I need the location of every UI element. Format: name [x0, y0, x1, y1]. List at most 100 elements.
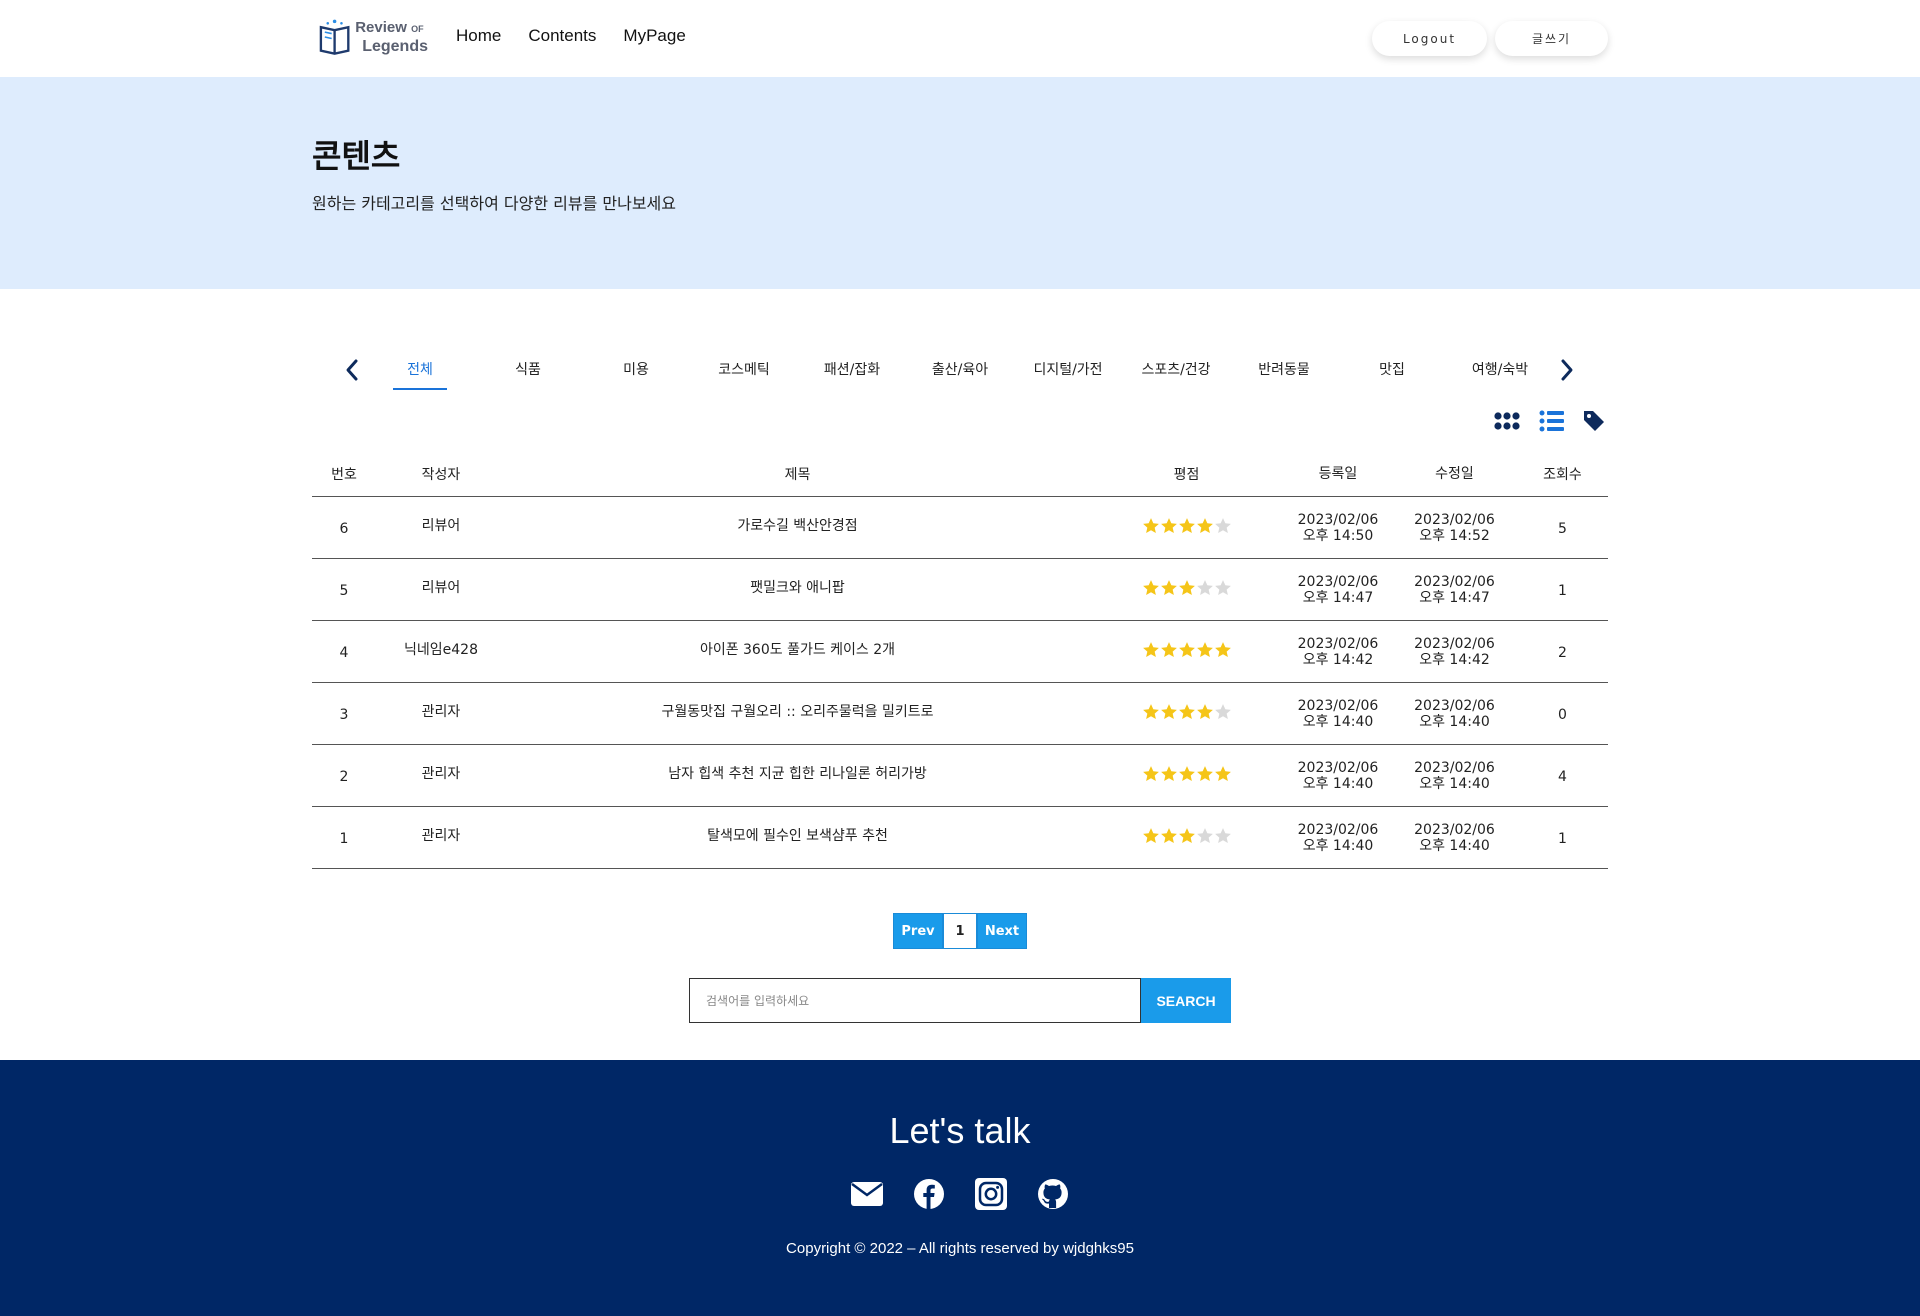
row-title-link[interactable]: 아이폰 360도 풀가드 케이스 2개 [506, 639, 1089, 664]
social-links [850, 1177, 1070, 1211]
mod-time: 오후 14:47 [1419, 589, 1490, 606]
star-rating [1142, 765, 1232, 783]
row-rating [1089, 703, 1284, 725]
nav-contents[interactable]: Contents [528, 26, 596, 46]
category-tab[interactable]: 디지털/가전 [1014, 356, 1122, 390]
list-view-button[interactable] [1538, 408, 1566, 434]
row-title-link[interactable]: 탈색모에 필수인 보색샴푸 추천 [506, 825, 1089, 850]
reg-time: 오후 14:47 [1302, 589, 1374, 606]
category-tab[interactable]: 스포츠/건강 [1122, 356, 1230, 390]
row-views: 2 [1558, 644, 1567, 661]
reg-date: 2023/02/06 [1297, 573, 1379, 590]
hero-banner: 콘텐츠 원하는 카테고리를 선택하여 다양한 리뷰를 만나보세요 [0, 77, 1920, 289]
page-subtitle: 원하는 카테고리를 선택하여 다양한 리뷰를 만나보세요 [312, 194, 676, 213]
star-filled-icon [1142, 703, 1160, 721]
category-tab[interactable]: 미용 [582, 356, 690, 390]
table-row[interactable]: 5 리뷰어 팻밀크와 애니팝 2023/02/06 오후 14:47 2023/02/06… [312, 559, 1608, 621]
email-link[interactable] [850, 1177, 884, 1211]
category-tab[interactable]: 패션/잡화 [798, 356, 906, 390]
star-filled-icon [1160, 703, 1178, 721]
row-number: 5 [339, 582, 349, 599]
star-filled-icon [1160, 827, 1178, 845]
chevron-left-icon [346, 359, 358, 381]
row-registered: 2023/02/06 오후 14:50 [1284, 512, 1392, 544]
pagination: Prev 1 Next [893, 913, 1027, 949]
category-tab[interactable]: 여행/숙박 [1446, 356, 1554, 390]
reg-date: 2023/02/06 [1297, 511, 1379, 528]
site-header: Review OF Legends Home Contents MyPage L… [0, 0, 1920, 77]
facebook-link[interactable] [912, 1177, 946, 1211]
row-author: 관리자 [421, 828, 461, 844]
tag-view-button[interactable] [1580, 408, 1608, 434]
col-registered: 등록일 [1318, 466, 1358, 482]
row-author: 리뷰어 [421, 518, 461, 534]
search-button[interactable]: SEARCH [1141, 978, 1231, 1023]
col-rating: 평점 [1173, 467, 1200, 483]
instagram-link[interactable] [974, 1177, 1008, 1211]
category-tab[interactable]: 식품 [474, 356, 582, 390]
star-filled-icon [1178, 641, 1196, 659]
row-modified: 2023/02/06 오후 14:40 [1392, 760, 1517, 792]
row-views: 0 [1558, 706, 1567, 723]
star-empty-icon [1214, 517, 1232, 535]
grid-view-icon [1494, 412, 1520, 430]
category-prev-arrow[interactable] [340, 355, 364, 385]
category-tab[interactable]: 맛집 [1338, 356, 1446, 390]
search-input[interactable] [689, 978, 1141, 1023]
category-tabs: 전체 식품 미용 코스메틱 패션/잡화 출산/육아 디지털/가전 스포츠/건강 반려동물 맛집 여행… [366, 356, 1554, 390]
star-empty-icon [1214, 703, 1232, 721]
site-logo[interactable]: Review OF Legends [316, 16, 428, 58]
col-views: 조회수 [1543, 467, 1582, 483]
table-row[interactable]: 4 닉네임e428 아이폰 360도 풀가드 케이스 2개 2023/02/06 오후 … [312, 621, 1608, 683]
copyright-text: Copyright © 2022 – All rights reserved b… [786, 1240, 1134, 1257]
row-modified: 2023/02/06 오후 14:42 [1392, 636, 1517, 668]
row-registered: 2023/02/06 오후 14:40 [1284, 760, 1392, 792]
star-rating [1142, 641, 1232, 659]
star-filled-icon [1196, 703, 1214, 721]
row-modified: 2023/02/06 오후 14:47 [1392, 574, 1517, 606]
write-post-button[interactable]: 글쓰기 [1495, 21, 1608, 56]
star-filled-icon [1178, 765, 1196, 783]
mod-date: 2023/02/06 [1414, 511, 1495, 528]
site-footer: Let's talk Copyright © 2022 – All rights… [0, 1060, 1920, 1316]
reg-time: 오후 14:42 [1302, 651, 1374, 668]
row-rating [1089, 517, 1284, 539]
next-page-button[interactable]: Next [977, 913, 1027, 949]
row-title-link[interactable]: 가로수길 백산안경점 [506, 515, 1089, 540]
star-rating [1142, 517, 1232, 535]
page-number-1[interactable]: 1 [943, 913, 977, 949]
logout-button[interactable]: Logout [1372, 21, 1487, 56]
star-filled-icon [1214, 765, 1232, 783]
github-link[interactable] [1036, 1177, 1070, 1211]
row-rating [1089, 827, 1284, 849]
main-nav: Home Contents MyPage [456, 26, 686, 46]
category-tab[interactable]: 전체 [366, 356, 474, 390]
row-number: 3 [339, 706, 349, 723]
row-author: 관리자 [421, 766, 461, 782]
book-logo-icon [319, 19, 350, 55]
footer-heading: Let's talk [889, 1110, 1031, 1151]
github-icon [1038, 1179, 1068, 1209]
star-empty-icon [1214, 827, 1232, 845]
category-tab[interactable]: 코스메틱 [690, 356, 798, 390]
nav-mypage[interactable]: MyPage [623, 26, 685, 46]
tag-icon [1584, 411, 1604, 431]
table-row[interactable]: 3 관리자 구월동맛집 구월오리 :: 오리주물럭을 밀키트로 2023/02/06 오… [312, 683, 1608, 745]
row-rating [1089, 765, 1284, 787]
table-row[interactable]: 1 관리자 탈색모에 필수인 보색샴푸 추천 2023/02/06 오후 14:40 20… [312, 807, 1608, 869]
mod-date: 2023/02/06 [1414, 759, 1495, 776]
nav-home[interactable]: Home [456, 26, 501, 46]
category-tab[interactable]: 반려동물 [1230, 356, 1338, 390]
prev-page-button[interactable]: Prev [893, 913, 943, 949]
star-empty-icon [1214, 579, 1232, 597]
row-title-link[interactable]: 팻밀크와 애니팝 [506, 577, 1089, 602]
grid-view-button[interactable] [1493, 408, 1521, 434]
category-tab[interactable]: 출산/육아 [906, 356, 1014, 390]
category-next-arrow[interactable] [1555, 355, 1579, 385]
table-row[interactable]: 6 리뷰어 가로수길 백산안경점 2023/02/06 오후 14:50 2023/02/… [312, 497, 1608, 559]
table-row[interactable]: 2 관리자 남자 힙색 추천 지균 힙한 리나일론 허리가방 2023/02/06 오후… [312, 745, 1608, 807]
row-title-link[interactable]: 남자 힙색 추천 지균 힙한 리나일론 허리가방 [506, 763, 1089, 788]
row-title-link[interactable]: 구월동맛집 구월오리 :: 오리주물럭을 밀키트로 [506, 701, 1089, 726]
row-registered: 2023/02/06 오후 14:40 [1284, 698, 1392, 730]
star-rating [1142, 703, 1232, 721]
